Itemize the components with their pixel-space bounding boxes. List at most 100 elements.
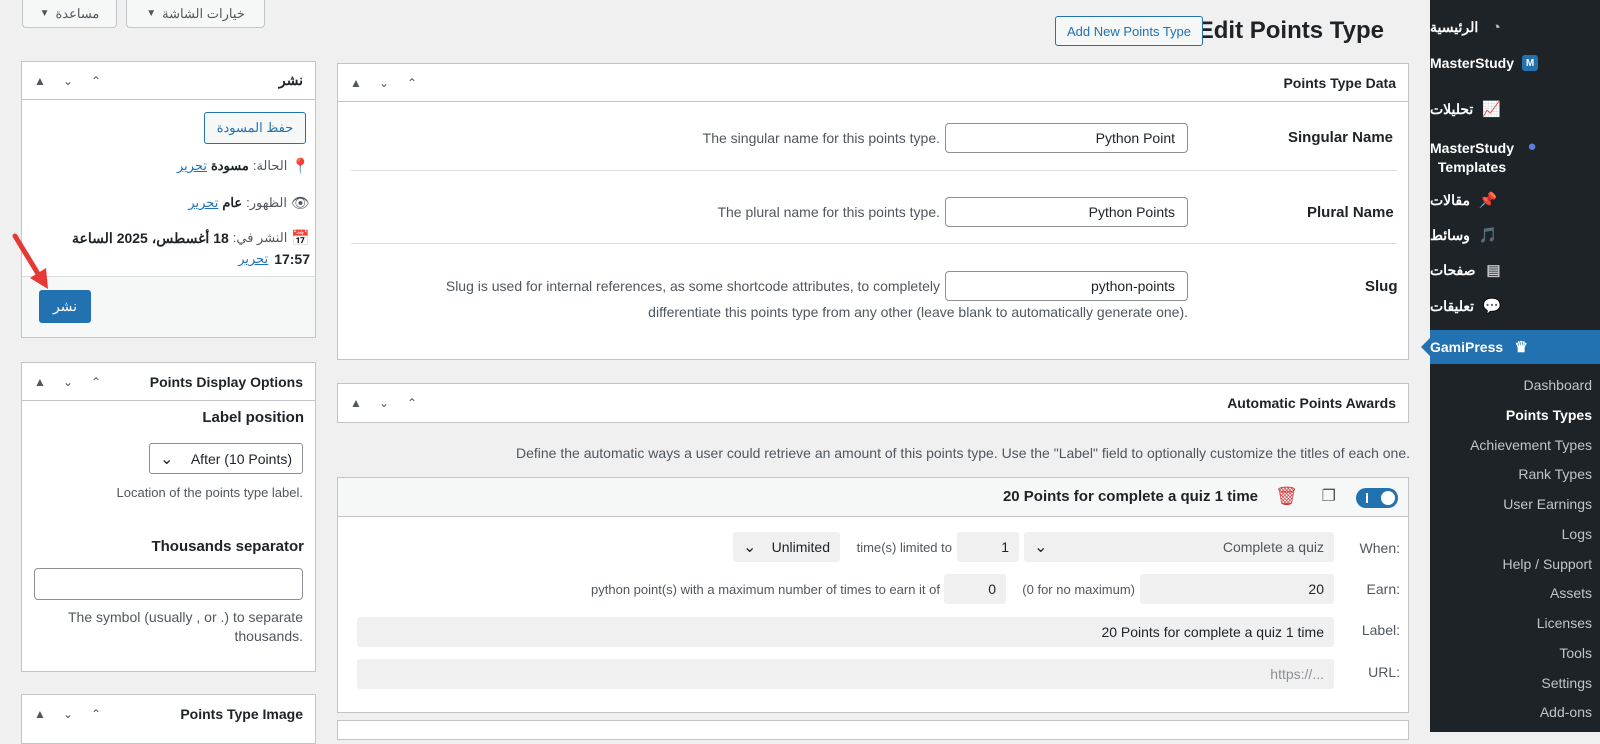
submenu-dashboard[interactable]: Dashboard: [1524, 377, 1593, 393]
box-title: Points Type Image: [180, 706, 303, 722]
status-value: مسودة: [210, 158, 249, 173]
box-controls: ▲ ⌄ ⌃: [32, 707, 104, 721]
label-position-value: After (10 Points): [190, 450, 292, 467]
award-url-input[interactable]: https://...: [357, 659, 1334, 689]
submenu-settings[interactable]: Settings: [1541, 675, 1592, 691]
submenu-user-earnings[interactable]: User Earnings: [1503, 496, 1592, 512]
times-text: time(s) limited to: [856, 540, 952, 555]
enable-toggle[interactable]: [1356, 488, 1398, 508]
menu-label: GamiPress: [1430, 339, 1504, 355]
eye-icon: 👁: [290, 195, 310, 212]
chevron-down-icon: ▼: [39, 8, 50, 19]
thousands-separator-input[interactable]: [34, 568, 303, 600]
singular-name-input[interactable]: Python Point: [945, 123, 1188, 153]
when-label: When:: [1359, 540, 1400, 556]
menu-label: MasterStudy: [1430, 55, 1515, 71]
red-arrow-annotation: [12, 233, 48, 289]
page-icon: ▤: [1486, 262, 1501, 279]
box-header: ▲ ⌄ ⌃ نشر: [22, 62, 315, 100]
edit-date-link[interactable]: تحرير: [238, 251, 268, 267]
menu-item-pages[interactable]: ▤ صفحات: [1430, 253, 1600, 287]
menu-item-masterstudy-templates[interactable]: ● MasterStudy Templates: [1430, 136, 1600, 180]
calendar-icon: 📅: [291, 230, 310, 247]
move-down-icon[interactable]: ⌄: [60, 707, 76, 721]
move-up-icon[interactable]: ⌃: [88, 707, 104, 721]
toggle-arrow-icon[interactable]: ▲: [32, 74, 48, 88]
menu-item-analytics[interactable]: 📈 تحليلات: [1430, 92, 1600, 126]
toggle-arrow-icon[interactable]: ▲: [348, 76, 364, 90]
submenu-add-ons[interactable]: Add-ons: [1540, 704, 1592, 720]
menu-label: وسائط: [1430, 226, 1470, 243]
box-controls: ▲ ⌄ ⌃: [32, 375, 104, 389]
menu-item-media[interactable]: 🎵 وسائط: [1430, 218, 1600, 252]
submenu-rank-types[interactable]: Rank Types: [1518, 466, 1592, 482]
save-draft-button[interactable]: حفظ المسودة: [204, 112, 306, 144]
slug-input[interactable]: python-points: [945, 271, 1188, 301]
publish-button[interactable]: نشر: [39, 290, 91, 323]
menu-item-posts[interactable]: 📌 مقالات: [1430, 183, 1600, 217]
slug-description-line2: differentiate this points type from any …: [648, 304, 1188, 320]
plural-name-input[interactable]: Python Points: [945, 197, 1188, 227]
plural-name-description: The plural name for this points type.: [717, 204, 940, 220]
max-times-input[interactable]: 0: [944, 574, 1006, 604]
submenu-help-support[interactable]: Help / Support: [1503, 556, 1593, 572]
box-title: Points Display Options: [149, 373, 303, 390]
toggle-arrow-icon[interactable]: ▲: [32, 707, 48, 721]
toggle-arrow-icon[interactable]: ▲: [32, 375, 48, 389]
edit-status-link[interactable]: تحرير: [177, 158, 207, 174]
automatic-points-awards-box: ▲ ⌄ ⌃ Automatic Points Awards: [337, 383, 1409, 423]
box-header: ▲ ⌄ ⌃ Points Type Data: [338, 64, 1408, 102]
thousands-description-line2: thousands.: [234, 628, 304, 644]
move-down-icon[interactable]: ⌄: [60, 74, 76, 88]
move-down-icon[interactable]: ⌄: [376, 76, 392, 90]
move-down-icon[interactable]: ⌄: [376, 396, 392, 410]
duplicate-icon[interactable]: ❐: [1322, 486, 1336, 506]
times-input[interactable]: 1: [957, 532, 1019, 562]
trigger-select[interactable]: ⌄ Complete a quiz: [1024, 532, 1334, 562]
move-up-icon[interactable]: ⌃: [88, 375, 104, 389]
page-title: Edit Points Type: [1197, 17, 1384, 44]
date-label: النشر في:: [232, 230, 288, 245]
submenu-assets[interactable]: Assets: [1550, 585, 1592, 601]
award-item-header: 20 Points for complete a quiz 1 time 🗑 ❐: [338, 478, 1408, 517]
singular-name-label: Singular Name: [1288, 129, 1394, 146]
menu-item-home[interactable]: ◔ الرئيسية: [1430, 10, 1600, 44]
edit-visibility-link[interactable]: تحرير: [188, 195, 218, 211]
submenu-licenses[interactable]: Licenses: [1537, 615, 1592, 631]
move-up-icon[interactable]: ⌃: [404, 76, 420, 90]
submenu-points-types[interactable]: Points Types: [1506, 407, 1592, 423]
masterstudy-icon: M: [1522, 55, 1539, 71]
box-title: نشر: [278, 72, 303, 88]
submenu-achievement-types[interactable]: Achievement Types: [1470, 437, 1592, 453]
chevron-down-icon: ▼: [146, 8, 157, 19]
move-down-icon[interactable]: ⌄: [60, 375, 76, 389]
menu-label: صفحات: [1430, 261, 1476, 278]
submenu-logs[interactable]: Logs: [1562, 526, 1592, 542]
publish-time-row: 17:57 تحرير: [238, 251, 310, 267]
award-label-input[interactable]: 20 Points for complete a quiz 1 time: [357, 617, 1334, 647]
move-up-icon[interactable]: ⌃: [404, 396, 420, 410]
box-controls: ▲ ⌄ ⌃: [32, 74, 104, 88]
limit-select[interactable]: ⌄ Unlimited: [733, 532, 840, 562]
chart-icon: 📈: [1481, 101, 1501, 118]
submenu-tools[interactable]: Tools: [1559, 645, 1592, 661]
toggle-arrow-icon[interactable]: ▲: [348, 396, 364, 410]
plural-name-label: Plural Name: [1307, 204, 1394, 221]
menu-item-masterstudy[interactable]: M MasterStudy: [1430, 46, 1600, 80]
delete-icon[interactable]: 🗑: [1275, 486, 1298, 507]
earn-points-input[interactable]: 20: [1140, 574, 1334, 604]
menu-item-comments[interactable]: 💬 تعليقات: [1430, 289, 1600, 323]
chevron-down-icon: ⌄: [743, 539, 757, 556]
next-award-item: [337, 720, 1409, 740]
help-tab-button[interactable]: ▼ مساعدة: [22, 0, 117, 28]
screen-options-button[interactable]: ▼ خيارات الشاشة: [126, 0, 265, 28]
add-new-points-type-button[interactable]: Add New Points Type: [1055, 16, 1203, 46]
label-position-select[interactable]: ⌄ After (10 Points): [149, 443, 303, 474]
menu-label: MasterStudy: [1430, 140, 1515, 156]
menu-item-gamipress[interactable]: ♛ GamiPress: [1421, 330, 1600, 364]
chevron-down-icon: ⌄: [160, 450, 174, 468]
move-up-icon[interactable]: ⌃: [88, 74, 104, 88]
media-icon: 🎵: [1478, 227, 1498, 244]
trigger-value: Complete a quiz: [1222, 539, 1324, 555]
auto-awards-description: Define the automatic ways a user could r…: [516, 445, 1410, 461]
